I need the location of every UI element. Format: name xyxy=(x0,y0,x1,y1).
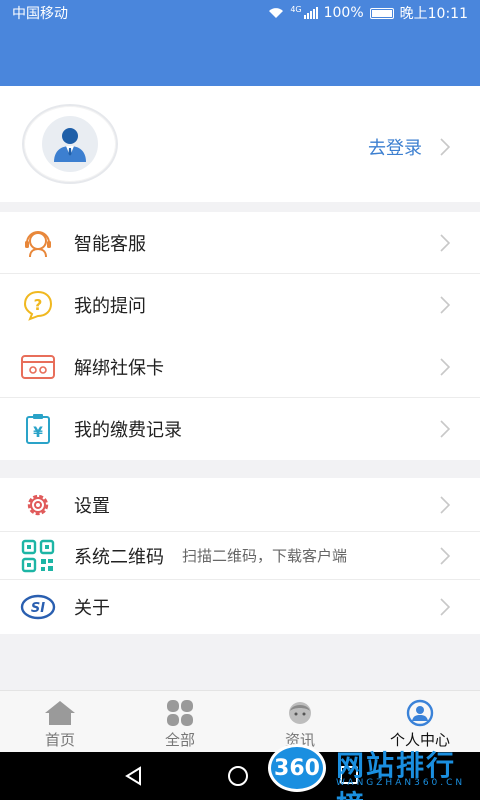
chevron-right-icon xyxy=(440,598,450,616)
chevron-right-icon xyxy=(440,546,450,565)
watermark-badge: 360 xyxy=(268,744,326,792)
wifi-icon xyxy=(269,8,284,18)
tab-label: 首页 xyxy=(44,731,75,749)
menu-item-payment-records[interactable]: ¥ 我的缴费记录 xyxy=(0,398,480,460)
card-icon xyxy=(20,349,56,385)
chevron-right-icon xyxy=(440,495,450,514)
menu-item-label: 解绑社保卡 xyxy=(74,357,164,379)
login-link[interactable]: 去登录 xyxy=(368,134,450,160)
network-type: 4G xyxy=(290,4,302,14)
svg-text:¥: ¥ xyxy=(33,425,43,441)
default-user-icon xyxy=(54,128,86,162)
watermark-subtitle: WANGZHAN360.CN xyxy=(336,778,466,788)
chevron-right-icon xyxy=(440,296,450,314)
qrcode-icon xyxy=(20,538,56,574)
si-logo-icon: SI xyxy=(20,589,56,625)
menu-item-label: 关于 xyxy=(74,598,110,619)
header-bar xyxy=(0,26,480,86)
chevron-right-icon xyxy=(440,420,450,438)
menu-item-label: 系统二维码 xyxy=(74,546,164,568)
menu-item-hint: 扫描二维码，下载客户端 xyxy=(182,547,348,565)
chevron-right-icon xyxy=(440,138,450,156)
tab-home[interactable]: 首页 xyxy=(0,691,120,752)
menu-item-settings[interactable]: 设置 xyxy=(0,478,480,532)
svg-text:?: ? xyxy=(34,296,43,314)
menu-item-qrcode[interactable]: 系统二维码 扫描二维码，下载客户端 xyxy=(0,532,480,580)
menu-item-label: 我的缴费记录 xyxy=(74,420,182,441)
chevron-right-icon xyxy=(440,233,450,252)
clock: 晚上10:11 xyxy=(399,6,468,22)
svg-text:SI: SI xyxy=(31,601,45,616)
menu-item-my-questions[interactable]: ? 我的提问 xyxy=(0,274,480,336)
login-label: 去登录 xyxy=(368,138,422,159)
menu-group-card: 解绑社保卡 ¥ 我的缴费记录 xyxy=(0,336,480,460)
chevron-right-icon xyxy=(440,357,450,376)
menu-item-label: 我的提问 xyxy=(74,296,146,317)
menu-group-service: 智能客服 ? 我的提问 xyxy=(0,212,480,336)
home-icon xyxy=(45,701,75,725)
menu-group-system: 设置 系统二维码 扫描二维码，下载客户端 SI 关于 xyxy=(0,478,480,634)
yen-receipt-icon: ¥ xyxy=(20,411,56,447)
watermark-logo: 360 网站排行榜 WANGZHAN360.CN xyxy=(268,738,480,800)
headset-icon xyxy=(20,225,56,261)
tab-label: 全部 xyxy=(164,731,195,749)
menu-item-customer-service[interactable]: 智能客服 xyxy=(0,212,480,274)
watermark-title: 网站排行榜 xyxy=(336,749,457,800)
menu-item-unbind-card[interactable]: 解绑社保卡 xyxy=(0,336,480,398)
gear-icon xyxy=(20,487,56,523)
grid-icon xyxy=(167,700,193,726)
news-icon xyxy=(289,702,311,724)
menu-item-label: 设置 xyxy=(74,495,110,517)
home-button-icon[interactable] xyxy=(228,766,248,786)
profile-card[interactable]: 去登录 xyxy=(0,86,480,202)
back-icon[interactable] xyxy=(124,766,142,786)
carrier-name: 中国移动 xyxy=(12,6,68,22)
status-bar: 中国移动 4G 100% 晚上10:11 xyxy=(0,0,480,26)
menu-item-about[interactable]: SI 关于 xyxy=(0,580,480,634)
battery-icon xyxy=(369,7,394,19)
question-icon: ? xyxy=(20,287,56,323)
menu-item-label: 智能客服 xyxy=(74,233,146,255)
tab-all[interactable]: 全部 xyxy=(120,691,240,752)
signal-icon xyxy=(303,7,318,19)
battery-percent: 100% xyxy=(323,5,364,21)
avatar[interactable] xyxy=(22,104,118,184)
user-icon xyxy=(406,699,434,727)
